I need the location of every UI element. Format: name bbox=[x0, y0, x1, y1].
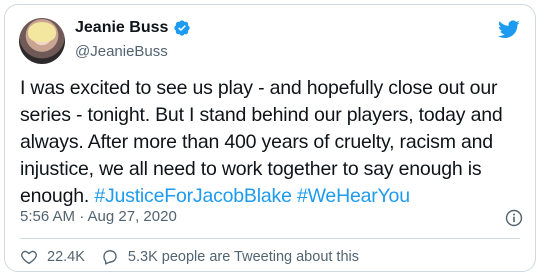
avatar[interactable] bbox=[19, 18, 65, 64]
avatar-hair-shape bbox=[28, 22, 56, 42]
divider bbox=[20, 238, 520, 239]
comment-bubble-icon bbox=[103, 250, 117, 265]
hashtag-link[interactable]: #WeHearYou bbox=[297, 185, 410, 207]
tweet-meta-row: 5:56 AM · Aug 27, 2020 bbox=[20, 208, 525, 228]
like-count: 22.4K bbox=[47, 249, 85, 265]
like-button[interactable]: 22.4K bbox=[20, 248, 85, 266]
reply-button[interactable]: 5.3K people are Tweeting about this bbox=[101, 248, 359, 266]
info-icon[interactable] bbox=[505, 209, 523, 227]
hashtag-link[interactable]: #JusticeForJacobBlake bbox=[94, 185, 292, 207]
tweet-text: I was excited to see us play - and hopef… bbox=[20, 75, 525, 210]
author-name-row: Jeanie Buss bbox=[75, 19, 191, 37]
author-handle[interactable]: @JeanieBuss bbox=[75, 43, 168, 60]
tweet-card: Jeanie Buss @JeanieBuss I was excited to… bbox=[4, 4, 536, 272]
verified-badge-icon bbox=[173, 19, 191, 37]
heart-icon bbox=[21, 250, 37, 265]
author-name[interactable]: Jeanie Buss bbox=[75, 19, 168, 37]
reply-text: 5.3K people are Tweeting about this bbox=[127, 249, 359, 265]
tweet-actions: 22.4K 5.3K people are Tweeting about thi… bbox=[20, 248, 359, 266]
tweet-timestamp[interactable]: 5:56 AM · Aug 27, 2020 bbox=[20, 208, 177, 225]
twitter-bird-icon[interactable] bbox=[498, 20, 520, 39]
